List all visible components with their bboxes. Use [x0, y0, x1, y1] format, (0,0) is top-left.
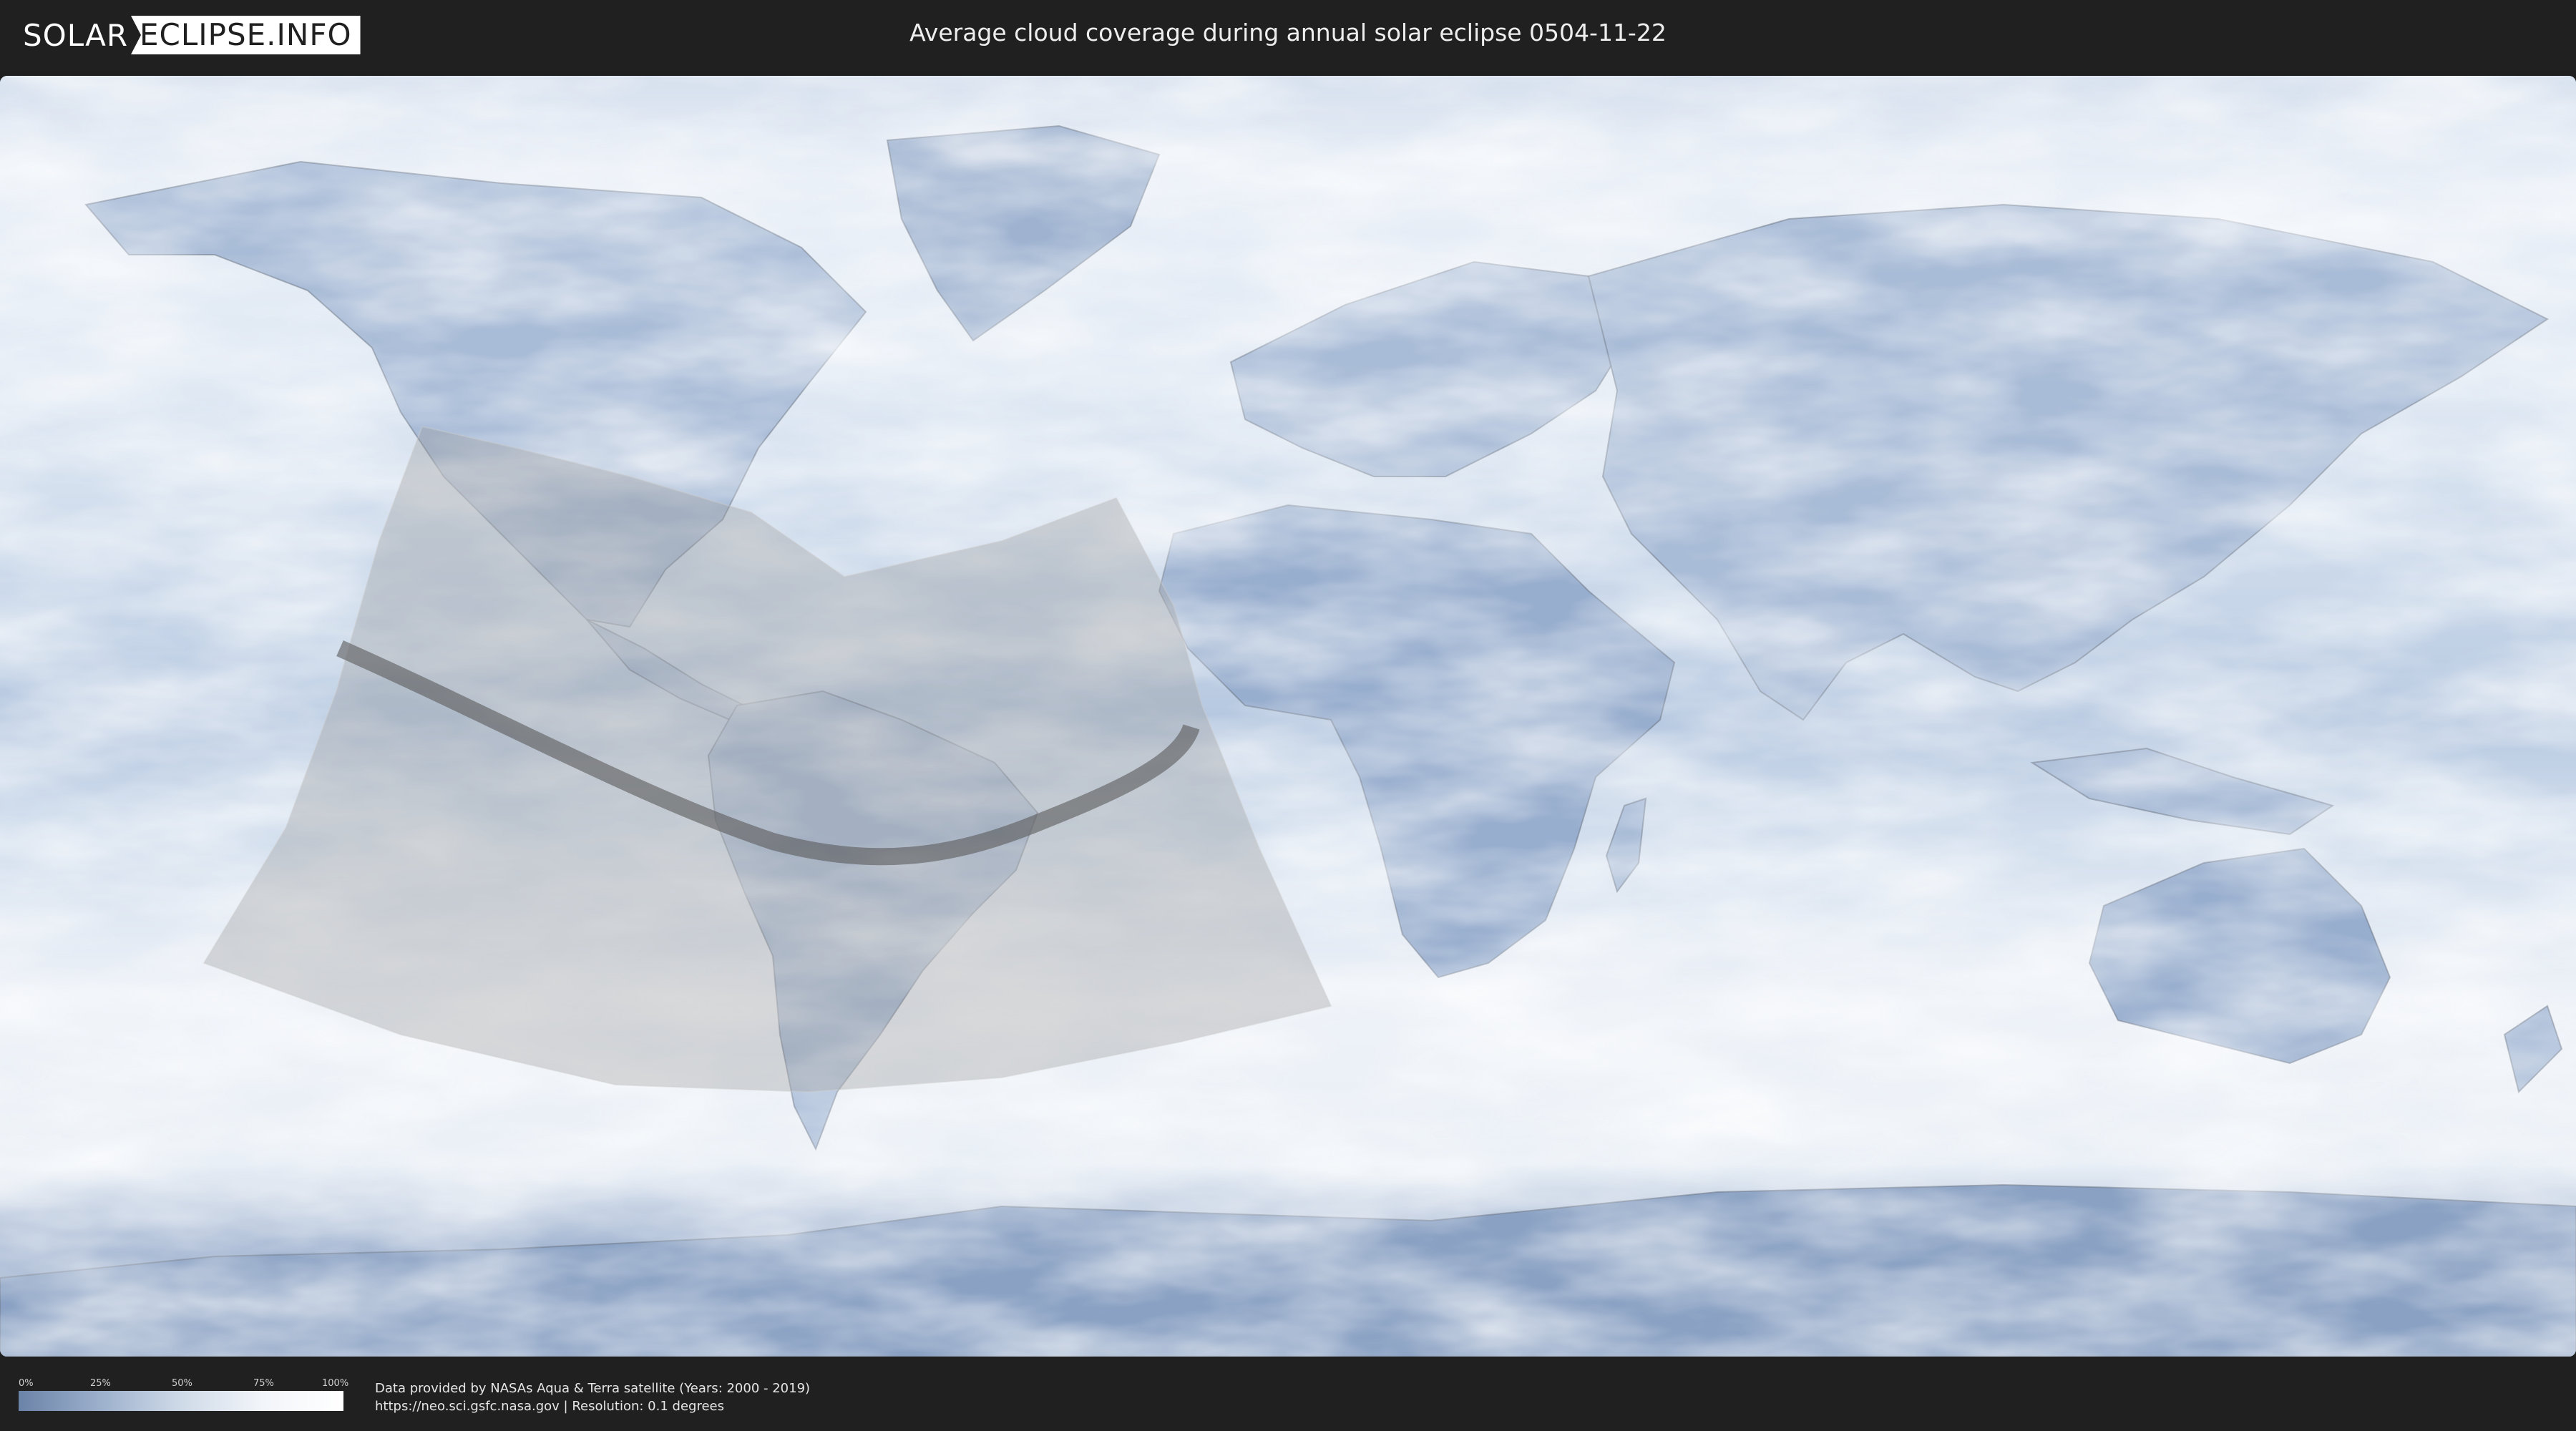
page-title: Average cloud coverage during annual sol… — [909, 19, 1667, 47]
legend-gradient-bar — [19, 1391, 343, 1411]
legend-tick-25: 25% — [90, 1378, 111, 1389]
credit-line-source: Data provided by NASAs Aqua & Terra sate… — [375, 1381, 811, 1396]
data-credit: Data provided by NASAs Aqua & Terra sate… — [375, 1379, 810, 1415]
legend-tick-100: 100% — [322, 1378, 349, 1389]
cloud-coverage-map[interactable] — [0, 76, 2576, 1357]
legend-tick-75: 75% — [253, 1378, 274, 1389]
legend-tick-50: 50% — [172, 1378, 192, 1389]
header-bar: SOLAR ECLIPSE.INFO Average cloud coverag… — [0, 0, 2576, 70]
cloud-coverage-legend: 0% 25% 50% 75% 100% — [19, 1378, 348, 1411]
legend-ticks: 0% 25% 50% 75% 100% — [19, 1378, 348, 1391]
legend-tick-0: 0% — [19, 1378, 34, 1389]
credit-line-url[interactable]: https://neo.sci.gsfc.nasa.gov | Resoluti… — [375, 1397, 810, 1415]
